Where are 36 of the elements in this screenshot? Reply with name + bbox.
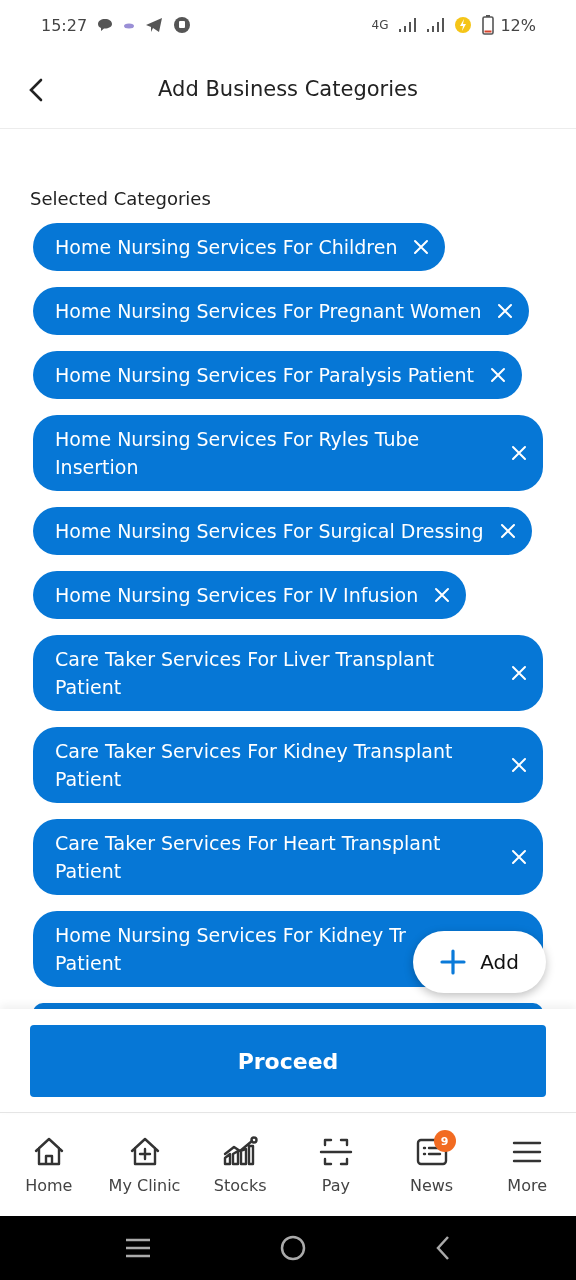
category-chip[interactable]: Care Taker Services For Kidney Transplant Patient (33, 727, 543, 803)
category-chip[interactable]: Home Nursing Services For IV Infusion (33, 571, 467, 619)
category-chip[interactable]: Care Taker Services For Heart Transplant Patient (33, 819, 543, 895)
category-chip[interactable]: Home Nursing Services For Surgical Dressing (33, 507, 532, 555)
nav-tab[interactable]: Pay (288, 1113, 384, 1216)
nav-tab[interactable]: Home (1, 1113, 97, 1216)
remove-icon[interactable] (509, 847, 529, 867)
paper-plane-icon (145, 17, 164, 33)
lightning-icon (454, 16, 473, 34)
remove-icon[interactable] (509, 443, 529, 463)
notification-badge: 9 (433, 1130, 456, 1152)
chat-bubble-icon (97, 18, 114, 32)
nav-tab[interactable]: 9 News (383, 1113, 480, 1216)
category-chip[interactable]: Home Nursing Services For Children (33, 223, 446, 271)
category-chip[interactable]: Home Nursing Services For Paralysis Patient (33, 351, 522, 399)
recent-apps-icon[interactable] (123, 1237, 152, 1259)
category-chip[interactable]: Home Nursing Services For Ryles Tube Insertion (33, 415, 543, 491)
section-heading: Selected Categories (30, 188, 212, 209)
clock-time: 15:27 (41, 15, 88, 35)
nav-tab[interactable]: More (479, 1113, 576, 1216)
nav-tab[interactable]: Stocks (192, 1113, 288, 1216)
home-circle-icon[interactable] (279, 1234, 307, 1262)
remove-icon[interactable] (509, 755, 529, 775)
signal-icon (426, 18, 445, 32)
network-type: 4G (371, 18, 389, 32)
battery-icon (482, 15, 495, 35)
signal-icon (398, 18, 417, 32)
add-button[interactable]: Add (413, 931, 546, 993)
battery-percentage: 12% (500, 15, 536, 35)
category-chip[interactable]: Care Taker Services For Liver Transplant Patient (33, 635, 543, 711)
plus-icon (440, 949, 467, 975)
category-chip[interactable]: Home Nursing Services For Pregnant Women (33, 287, 530, 335)
page-title: Add Business Categories (157, 77, 419, 101)
nav-tab[interactable]: My Clinic (96, 1113, 193, 1216)
remove-icon[interactable] (509, 663, 529, 683)
proceed-button[interactable]: Proceed (30, 1025, 546, 1097)
